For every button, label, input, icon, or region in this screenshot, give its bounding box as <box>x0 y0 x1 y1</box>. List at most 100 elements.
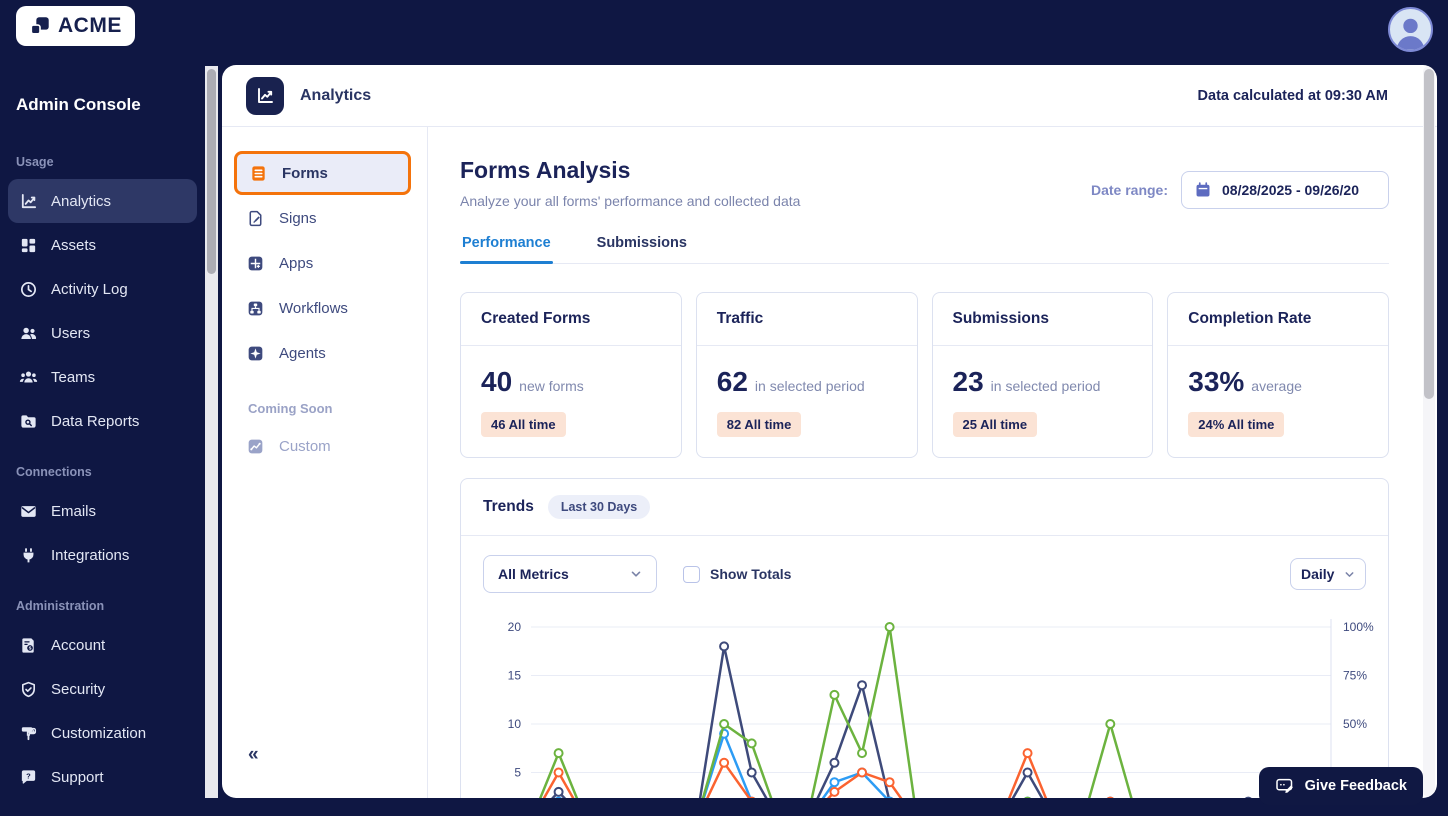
svg-text:75%: 75% <box>1343 669 1367 683</box>
sidebar-scrollbar-thumb[interactable] <box>207 69 216 274</box>
svg-text:?: ? <box>26 771 31 780</box>
date-range-input[interactable]: 08/28/2025 - 09/26/20 <box>1181 171 1389 209</box>
subnav-item-label: Forms <box>282 164 328 182</box>
section-label-connections: Connections <box>16 465 92 479</box>
stat-suffix: average <box>1251 378 1302 394</box>
sidebar-item-account[interactable]: $ Account <box>8 623 197 667</box>
primary-sidebar: Admin Console Usage Analytics Assets Act… <box>0 52 205 816</box>
stat-value: 62 <box>716 366 748 397</box>
subnav-item-signs[interactable]: Signs <box>234 196 411 240</box>
sidebar-item-data-reports[interactable]: Data Reports <box>8 399 197 443</box>
secondary-sidebar: Forms Signs Apps Workflows Agents Coming… <box>222 127 428 798</box>
stat-cards: Created Forms 40 new forms 46 All time Tr… <box>460 292 1389 458</box>
stat-card-traffic: Traffic 62 in selected period 82 All time <box>695 292 918 458</box>
envelope-icon <box>21 505 36 517</box>
svg-text:50%: 50% <box>1343 717 1367 731</box>
tab-performance[interactable]: Performance <box>460 235 553 264</box>
sidebar-item-label: Integrations <box>51 546 130 564</box>
interval-select[interactable]: Daily <box>1290 558 1366 590</box>
signs-icon <box>249 210 262 226</box>
svg-text:100%: 100% <box>1343 620 1374 634</box>
stat-card-submissions: Submissions 23 in selected period 25 All … <box>931 292 1154 458</box>
paint-roller-icon <box>21 726 37 740</box>
collapse-sidebar-button[interactable]: « <box>248 744 259 766</box>
trends-title: Trends <box>483 498 534 515</box>
trends-period-badge: Last 30 Days <box>547 495 651 519</box>
analytics-icon <box>21 193 37 208</box>
stat-value: 40 <box>481 366 513 397</box>
stat-card-title: Created Forms <box>461 293 681 346</box>
subnav-item-label: Workflows <box>279 299 348 317</box>
feedback-icon <box>1275 778 1293 793</box>
date-range-label: Date range: <box>1090 182 1168 198</box>
subnav-item-forms[interactable]: Forms <box>234 151 411 195</box>
user-avatar[interactable] <box>1388 7 1433 52</box>
give-feedback-button[interactable]: Give Feedback <box>1258 767 1423 805</box>
chevron-down-icon <box>1345 571 1354 577</box>
show-totals-label: Show Totals <box>710 566 792 582</box>
sidebar-item-security[interactable]: Security <box>8 667 197 711</box>
show-totals-checkbox[interactable] <box>683 565 700 583</box>
trends-chart: 20 100% 15 75% 10 50% 5 <box>508 619 1374 798</box>
sidebar-item-users[interactable]: Users <box>8 311 197 355</box>
sidebar-item-label: Data Reports <box>51 412 140 430</box>
sidebar-item-label: Analytics <box>51 192 112 210</box>
page-title: Forms Analysis <box>460 157 631 183</box>
sidebar-item-label: Emails <box>51 502 97 520</box>
teams-icon <box>19 371 38 382</box>
subnav-item-apps[interactable]: Apps <box>234 241 411 285</box>
sidebar-item-label: Customization <box>51 724 147 742</box>
svg-text:10: 10 <box>508 717 522 731</box>
assets-icon <box>21 238 36 252</box>
analytics-tile-icon <box>246 76 284 115</box>
sidebar-item-integrations[interactable]: Integrations <box>8 533 197 577</box>
panel-scrollbar-thumb[interactable] <box>1424 69 1434 399</box>
stat-card-completion-rate: Completion Rate 33% average 24% All time <box>1167 292 1389 458</box>
sidebar-item-label: Security <box>51 680 106 698</box>
sidebar-item-label: Assets <box>51 236 97 254</box>
stat-suffix: new forms <box>519 378 584 394</box>
all-time-badge: 25 All time <box>952 412 1038 437</box>
panel-title: Analytics <box>300 86 372 104</box>
plug-icon <box>23 547 34 562</box>
sidebar-item-analytics[interactable]: Analytics <box>8 179 197 223</box>
sidebar-scrollbar[interactable] <box>205 66 218 798</box>
sidebar-item-emails[interactable]: Emails <box>8 489 197 533</box>
agents-icon <box>248 346 263 360</box>
brand-logo-icon <box>30 17 49 35</box>
show-totals-control[interactable]: Show Totals <box>683 565 792 583</box>
panel-header: Analytics Data calculated at 09:30 AM <box>222 65 1437 127</box>
brand-logo[interactable]: ACME <box>16 6 135 46</box>
sidebar-item-support[interactable]: ? Support <box>8 755 197 799</box>
section-label-usage: Usage <box>16 155 54 169</box>
chevron-down-icon <box>631 571 641 577</box>
subnav-item-label: Apps <box>279 254 314 272</box>
svg-text:5: 5 <box>514 766 521 780</box>
panel-scrollbar[interactable] <box>1423 66 1435 797</box>
stat-suffix: in selected period <box>754 378 865 394</box>
subnav-item-custom[interactable]: Custom <box>234 424 411 468</box>
sidebar-item-assets[interactable]: Assets <box>8 223 197 267</box>
all-time-badge: 82 All time <box>716 412 802 437</box>
stat-card-created-forms: Created Forms 40 new forms 46 All time <box>460 292 682 458</box>
sidebar-item-customization[interactable]: Customization <box>8 711 197 755</box>
stat-card-title: Completion Rate <box>1168 293 1388 346</box>
subnav-item-label: Custom <box>279 437 331 455</box>
tabs: Performance Submissions <box>460 235 1389 264</box>
sidebar-item-activity-log[interactable]: Activity Log <box>8 267 197 311</box>
content-panel: Analytics Data calculated at 09:30 AM Fo… <box>222 65 1437 798</box>
subnav-item-agents[interactable]: Agents <box>234 331 411 375</box>
give-feedback-label: Give Feedback <box>1304 778 1407 794</box>
clock-icon <box>20 281 37 297</box>
section-label-administration: Administration <box>16 599 105 613</box>
metrics-select[interactable]: All Metrics <box>483 555 657 593</box>
folder-search-icon <box>21 414 36 428</box>
sidebar-item-teams[interactable]: Teams <box>8 355 197 399</box>
tab-submissions[interactable]: Submissions <box>595 235 689 263</box>
sidebar-item-label: Account <box>51 636 106 654</box>
subnav-item-workflows[interactable]: Workflows <box>234 286 411 330</box>
stat-value: 23 <box>952 366 984 397</box>
stat-card-title: Traffic <box>696 293 917 346</box>
users-icon <box>21 327 37 339</box>
apps-icon <box>248 256 263 270</box>
